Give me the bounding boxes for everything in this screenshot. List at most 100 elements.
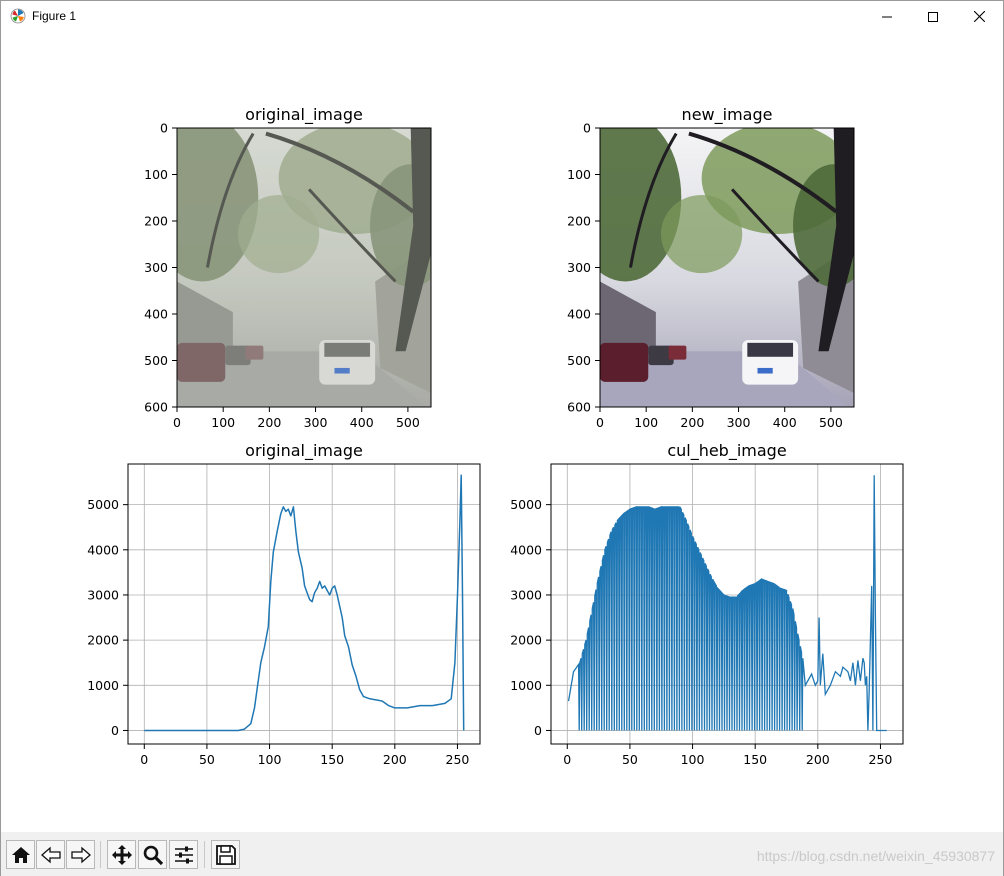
matplotlib-logo-icon <box>10 8 26 24</box>
x-tick-label: 0 <box>140 752 148 767</box>
move-icon <box>111 844 132 865</box>
y-tick-label: 3000 <box>510 587 542 602</box>
title-bar[interactable]: Figure 1 <box>1 1 1003 32</box>
y-tick-label: 400 <box>144 307 168 322</box>
x-tick-label: 0 <box>563 752 571 767</box>
toolbar-separator <box>100 841 101 868</box>
foliage <box>660 194 743 274</box>
home-icon <box>11 846 30 863</box>
forward-arrow-icon <box>70 846 91 863</box>
y-tick-label: 0 <box>583 121 591 136</box>
x-tick-label: 50 <box>622 752 638 767</box>
x-tick-label: 200 <box>383 752 407 767</box>
x-tick-label: 300 <box>304 415 328 430</box>
x-tick-label: 400 <box>773 415 797 430</box>
foliage <box>600 128 682 282</box>
figure-canvas[interactable]: 0 100 200 300 400 500 0 100 200 300 400 500 600 origi… <box>1 32 1003 832</box>
y-tick-label: 1000 <box>87 678 119 693</box>
minimize-button[interactable] <box>864 1 910 32</box>
y-tick-label: 5000 <box>87 497 119 512</box>
distant-car <box>668 345 687 360</box>
x-tick-label: 250 <box>446 752 470 767</box>
original-image-axes: 0 100 200 300 400 500 0 100 200 300 400 500 600 origi… <box>144 105 432 430</box>
panel-title: original_image <box>245 105 363 125</box>
new-image-axes: 0 100 200 300 400 500 0 100 200 300 400 500 600 new_i… <box>567 105 855 430</box>
zoom-button[interactable] <box>138 840 167 869</box>
original-histogram-axes: 0 50 100 150 200 250 0 1000 2000 3000 4000 5000 orig… <box>87 441 481 767</box>
minimize-icon <box>882 16 892 17</box>
equalized-histogram-axes: 0 50 100 150 200 250 0 1000 2000 3000 4000 5000 cul_… <box>510 441 904 767</box>
x-tick-label: 200 <box>257 415 281 430</box>
x-tick-label: 150 <box>743 752 767 767</box>
y-tick-label: 0 <box>534 723 542 738</box>
close-icon <box>973 11 985 22</box>
red-car <box>600 342 649 382</box>
panel-title: cul_heb_image <box>667 441 786 461</box>
axes-frame <box>127 463 481 745</box>
sliders-icon <box>174 846 193 863</box>
x-tick-label: 300 <box>727 415 751 430</box>
maximize-button[interactable] <box>910 1 956 32</box>
x-tick-label: 0 <box>173 415 181 430</box>
pan-button[interactable] <box>107 840 136 869</box>
x-tick-label: 200 <box>680 415 704 430</box>
watermark-text: https://blog.csdn.net/weixin_45930877 <box>756 848 995 864</box>
back-button[interactable] <box>36 840 65 869</box>
y-tick-label: 200 <box>567 214 591 229</box>
car-window <box>747 342 794 357</box>
x-tick-label: 100 <box>634 415 658 430</box>
figure-svg: 0 100 200 300 400 5000100200300400500600origi… <box>87 105 904 767</box>
y-tick-label: 200 <box>144 214 168 229</box>
floppy-disk-icon <box>215 844 236 865</box>
histogram-line <box>567 475 887 732</box>
maximize-icon <box>928 11 938 22</box>
y-tick-label: 100 <box>144 167 168 182</box>
y-tick-label: 2000 <box>510 633 542 648</box>
y-tick-label: 4000 <box>87 542 119 557</box>
haze-overlay <box>177 128 431 407</box>
window-title: Figure 1 <box>32 9 77 23</box>
new-image-content <box>600 128 854 407</box>
y-tick-label: 300 <box>144 260 168 275</box>
x-tick-label: 500 <box>819 415 843 430</box>
back-arrow-icon <box>40 846 61 863</box>
navigation-toolbar: https://blog.csdn.net/weixin_45930877 <box>1 832 1003 876</box>
panel-title: new_image <box>682 105 773 125</box>
y-tick-label: 2000 <box>87 633 119 648</box>
x-tick-label: 250 <box>869 752 893 767</box>
save-button[interactable] <box>211 840 240 869</box>
y-tick-label: 5000 <box>510 497 542 512</box>
y-tick-label: 600 <box>144 400 168 415</box>
forward-button[interactable] <box>66 840 95 869</box>
y-tick-label: 500 <box>567 353 591 368</box>
home-button[interactable] <box>6 840 35 869</box>
x-tick-label: 100 <box>211 415 235 430</box>
x-tick-label: 400 <box>350 415 374 430</box>
magnifier-icon <box>143 845 163 865</box>
y-tick-label: 3000 <box>87 587 119 602</box>
y-tick-label: 300 <box>567 260 591 275</box>
y-tick-label: 1000 <box>510 678 542 693</box>
x-tick-label: 150 <box>320 752 344 767</box>
y-tick-label: 0 <box>111 723 119 738</box>
original-image-content <box>177 128 431 407</box>
x-tick-label: 50 <box>199 752 215 767</box>
x-tick-label: 0 <box>596 415 604 430</box>
y-tick-label: 4000 <box>510 542 542 557</box>
license-plate <box>757 367 773 374</box>
figure-window: Figure 1 0 100 200 300 400 500 0 100 200… <box>0 0 1004 876</box>
y-tick-label: 500 <box>144 353 168 368</box>
x-tick-label: 500 <box>396 415 420 430</box>
close-button[interactable] <box>956 1 1002 32</box>
y-tick-label: 400 <box>567 307 591 322</box>
x-tick-label: 100 <box>258 752 282 767</box>
panel-title: original_image <box>245 441 363 461</box>
configure-subplots-button[interactable] <box>169 840 198 869</box>
y-tick-label: 600 <box>567 400 591 415</box>
toolbar-separator <box>204 841 205 868</box>
x-tick-label: 200 <box>806 752 830 767</box>
y-tick-label: 100 <box>567 167 591 182</box>
y-tick-label: 0 <box>160 121 168 136</box>
histogram-line <box>144 474 465 732</box>
x-tick-label: 100 <box>681 752 705 767</box>
